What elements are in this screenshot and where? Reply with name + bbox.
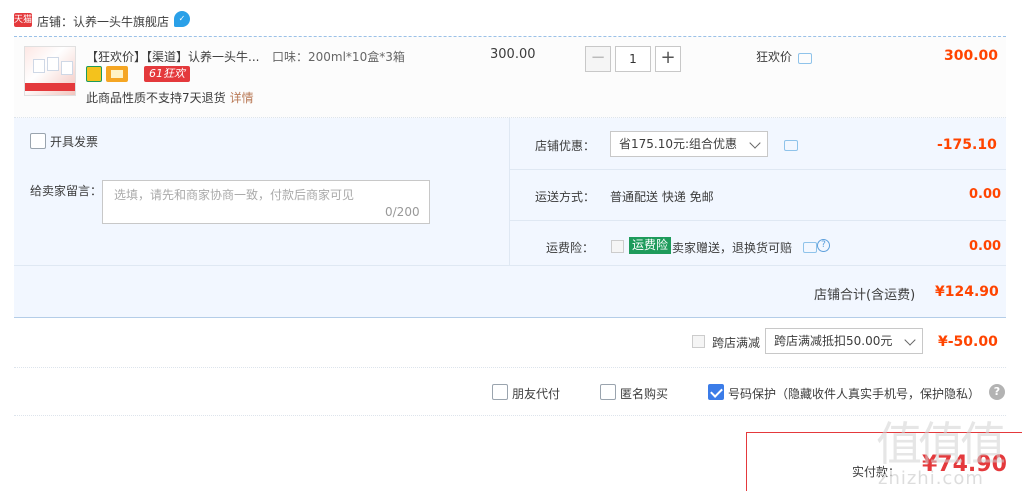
quantity-input[interactable]	[615, 46, 651, 72]
card-badge-icon	[106, 66, 128, 82]
shop-name[interactable]: 店铺：认养一头牛旗舰店	[37, 13, 169, 30]
help-icon[interactable]: ?	[989, 384, 1005, 400]
seller-message-label: 给卖家留言：	[30, 184, 103, 198]
insurance-checkbox	[611, 240, 624, 253]
promo-price-label: 狂欢价	[756, 50, 793, 64]
anonymous-purchase-checkbox[interactable]	[600, 384, 616, 400]
seller-message-placeholder: 选填，请先和商家协商一致，付款后商家可见	[114, 188, 355, 202]
shipping-label: 运送方式：	[535, 190, 596, 204]
shop-promo-select[interactable]: 省175.10元:组合优惠	[610, 131, 768, 157]
row-divider	[510, 220, 1006, 221]
shipping-fee: 0.00	[969, 187, 1002, 202]
anonymous-purchase-label[interactable]: 匿名购买	[620, 385, 668, 402]
invoice-checkbox[interactable]	[30, 133, 46, 149]
invoice-label[interactable]: 开具发票	[50, 133, 98, 150]
product-thumbnail[interactable]	[24, 46, 76, 96]
product-spec: 口味：200ml*10盒*3箱	[272, 50, 405, 64]
promo-comment-icon[interactable]	[798, 53, 812, 64]
insurance-fee: 0.00	[969, 239, 1002, 254]
phone-protect-checkbox[interactable]	[708, 384, 724, 400]
shop-promo-label: 店铺优惠：	[535, 139, 596, 153]
friend-pay-checkbox[interactable]	[492, 384, 508, 400]
message-char-count: 0/200	[385, 205, 420, 219]
cross-shop-label: 跨店满减	[712, 336, 761, 350]
chevron-down-icon	[904, 334, 916, 346]
shop-promo-selected: 省175.10元:组合优惠	[619, 137, 738, 151]
cross-shop-checkbox	[692, 335, 705, 348]
friend-pay-label[interactable]: 朋友代付	[512, 385, 560, 402]
panel-divider	[509, 118, 510, 266]
insurance-comment-icon[interactable]	[803, 242, 817, 253]
no-return-notice: 此商品性质不支持7天退货 详情	[86, 89, 254, 106]
row-divider	[14, 265, 1006, 266]
service-badge-icon	[86, 66, 102, 82]
cross-shop-select[interactable]: 跨店满减抵扣50.00元	[765, 328, 923, 354]
tmall-logo-icon: 天猫	[14, 13, 33, 27]
watermark-logo: 值值值	[876, 417, 1006, 471]
promo-61-badge: 61狂欢	[144, 66, 190, 82]
cross-shop-selected: 跨店满减抵扣50.00元	[774, 334, 893, 348]
quantity-decrease-button[interactable]: −	[585, 46, 611, 72]
quantity-increase-button[interactable]: +	[655, 46, 681, 72]
product-title-link[interactable]: 【狂欢价】【渠道】认养一头牛...	[86, 48, 259, 65]
shop-total-amount: ¥124.90	[935, 284, 999, 300]
insurance-label: 运费险：	[546, 241, 595, 255]
insurance-badge: 运费险	[629, 237, 672, 254]
item-total-price: 300.00	[944, 48, 999, 64]
shop-promo-amount: -175.10	[937, 137, 997, 153]
row-divider	[510, 169, 1006, 170]
insurance-help-icon[interactable]: ?	[817, 239, 830, 252]
phone-protect-label[interactable]: 号码保护（隐藏收件人真实手机号，保护隐私）	[728, 385, 980, 402]
chevron-down-icon	[749, 137, 761, 149]
insurance-text: 卖家赠送，退换货可赔	[672, 241, 793, 255]
cross-shop-amount: ¥-50.00	[938, 334, 998, 350]
shop-total-label: 店铺合计(含运费)	[814, 288, 916, 303]
wangwang-chat-icon[interactable]: ✓	[174, 11, 190, 27]
promo-comment-icon[interactable]	[784, 140, 798, 151]
shipping-method: 普通配送 快递 免邮	[610, 190, 714, 204]
quantity-stepper: − +	[585, 46, 681, 72]
watermark-text: zhizhi.com	[878, 468, 984, 489]
details-link[interactable]: 详情	[230, 91, 254, 105]
unit-price: 300.00	[490, 47, 536, 62]
no-return-text: 此商品性质不支持7天退货	[86, 91, 226, 105]
